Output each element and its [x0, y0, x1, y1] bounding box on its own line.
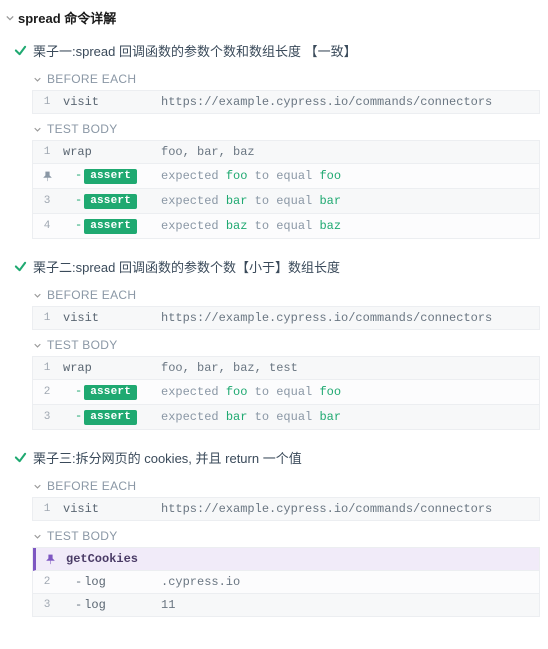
- command-message: expected bar to equal bar: [157, 190, 539, 212]
- section-header[interactable]: TEST BODY: [32, 523, 540, 547]
- test-body: BEFORE EACH1visithttps://example.cypress…: [10, 282, 548, 430]
- section-label: BEFORE EACH: [47, 288, 136, 302]
- command-message: .cypress.io: [157, 571, 539, 593]
- caret-down-icon: [34, 292, 41, 299]
- command-table: 1wrapfoo, bar, baz-assertexpected foo to…: [32, 140, 540, 239]
- command-row[interactable]: getCookies: [33, 548, 539, 571]
- test-header[interactable]: 栗子一:spread 回调函数的参数个数和数组长度 【一致】: [10, 35, 548, 66]
- test-header[interactable]: 栗子三:拆分网页的 cookies, 并且 return 一个值: [10, 442, 548, 473]
- section-header[interactable]: TEST BODY: [32, 116, 540, 140]
- test-header[interactable]: 栗子二:spread 回调函数的参数个数【小于】数组长度: [10, 251, 548, 282]
- command-message: https://example.cypress.io/commands/conn…: [157, 91, 539, 113]
- assert-badge: assert: [84, 194, 137, 209]
- command-message: expected bar to equal bar: [157, 406, 539, 428]
- command-name: -assert: [61, 164, 157, 188]
- command-message: 11: [157, 594, 539, 616]
- section-label: TEST BODY: [47, 338, 118, 352]
- row-number: 2: [33, 382, 61, 402]
- command-name: -log: [61, 571, 157, 593]
- section-header[interactable]: TEST BODY: [32, 332, 540, 356]
- test-body: BEFORE EACH1visithttps://example.cypress…: [10, 66, 548, 239]
- test-title: 栗子二:spread 回调函数的参数个数【小于】数组长度: [33, 257, 340, 276]
- command-name: -assert: [61, 380, 157, 404]
- section-label: TEST BODY: [47, 529, 118, 543]
- assert-badge: assert: [84, 169, 137, 184]
- caret-down-icon: [34, 533, 41, 540]
- caret-down-icon: [6, 14, 14, 22]
- command-row[interactable]: 2-assertexpected foo to equal foo: [33, 380, 539, 405]
- command-message: expected baz to equal baz: [157, 215, 539, 237]
- row-number: 3: [33, 595, 61, 615]
- section-header[interactable]: BEFORE EACH: [32, 473, 540, 497]
- command-name: visit: [61, 307, 157, 329]
- command-table: getCookies2-log.cypress.io3-log11: [32, 547, 540, 617]
- row-number: 3: [33, 407, 61, 427]
- check-icon: [14, 451, 27, 464]
- suite-title-text: spread 命令详解: [18, 8, 116, 27]
- command-row[interactable]: 4-assertexpected baz to equal baz: [33, 214, 539, 239]
- section-label: TEST BODY: [47, 122, 118, 136]
- assert-badge: assert: [84, 219, 137, 234]
- row-number: 1: [33, 92, 61, 112]
- assert-badge: assert: [84, 385, 137, 400]
- command-message: https://example.cypress.io/commands/conn…: [157, 307, 539, 329]
- command-table: 1visithttps://example.cypress.io/command…: [32, 497, 540, 521]
- check-icon: [14, 44, 27, 57]
- command-row[interactable]: 1wrapfoo, bar, baz, test: [33, 357, 539, 380]
- assert-badge: assert: [84, 410, 137, 425]
- command-row[interactable]: 1visithttps://example.cypress.io/command…: [33, 498, 539, 521]
- command-message: expected foo to equal foo: [157, 381, 539, 403]
- command-row[interactable]: 3-assertexpected bar to equal bar: [33, 189, 539, 214]
- command-row[interactable]: 1visithttps://example.cypress.io/command…: [33, 307, 539, 330]
- command-name: -assert: [61, 214, 157, 238]
- command-message: expected foo to equal foo: [157, 165, 539, 187]
- command-message: foo, bar, baz, test: [157, 357, 539, 379]
- row-number: 1: [33, 499, 61, 519]
- caret-down-icon: [34, 126, 41, 133]
- row-number: 1: [33, 308, 61, 328]
- test-block: 栗子二:spread 回调函数的参数个数【小于】数组长度 BEFORE EACH 1…: [0, 251, 548, 430]
- command-row[interactable]: 3-log11: [33, 594, 539, 617]
- test-title: 栗子三:拆分网页的 cookies, 并且 return 一个值: [33, 448, 302, 467]
- suite-title[interactable]: spread 命令详解: [0, 6, 548, 35]
- command-row[interactable]: -assertexpected foo to equal foo: [33, 164, 539, 189]
- command-name: visit: [61, 498, 157, 520]
- command-message: https://example.cypress.io/commands/conn…: [157, 498, 539, 520]
- command-name: visit: [61, 91, 157, 113]
- pin-icon[interactable]: [33, 171, 61, 182]
- command-table: 1visithttps://example.cypress.io/command…: [32, 90, 540, 114]
- test-block: 栗子一:spread 回调函数的参数个数和数组长度 【一致】 BEFORE EAC…: [0, 35, 548, 239]
- test-title: 栗子一:spread 回调函数的参数个数和数组长度 【一致】: [33, 41, 357, 60]
- row-number: 3: [33, 191, 61, 211]
- command-name: wrap: [61, 141, 157, 163]
- command-table: 1wrapfoo, bar, baz, test2-assertexpected…: [32, 356, 540, 430]
- section-header[interactable]: BEFORE EACH: [32, 282, 540, 306]
- section-label: BEFORE EACH: [47, 72, 136, 86]
- caret-down-icon: [34, 483, 41, 490]
- command-name: -log: [61, 594, 157, 616]
- command-name: -assert: [61, 189, 157, 213]
- row-number: 1: [33, 142, 61, 162]
- command-name: -assert: [61, 405, 157, 429]
- command-row[interactable]: 1visithttps://example.cypress.io/command…: [33, 91, 539, 114]
- row-number: 1: [33, 358, 61, 378]
- command-table: 1visithttps://example.cypress.io/command…: [32, 306, 540, 330]
- test-body: BEFORE EACH 1visithttps://example.cypress…: [10, 473, 548, 617]
- command-row[interactable]: 3-assertexpected bar to equal bar: [33, 405, 539, 430]
- command-name: wrap: [61, 357, 157, 379]
- row-number: 4: [33, 216, 61, 236]
- command-name: getCookies: [64, 548, 144, 570]
- section-header[interactable]: BEFORE EACH: [32, 66, 540, 90]
- test-block: 栗子三:拆分网页的 cookies, 并且 return 一个值 BEFORE E…: [0, 442, 548, 617]
- command-row[interactable]: 1wrapfoo, bar, baz: [33, 141, 539, 164]
- command-message: foo, bar, baz: [157, 141, 539, 163]
- section-label: BEFORE EACH: [47, 479, 136, 493]
- caret-down-icon: [34, 76, 41, 83]
- row-number: 2: [33, 572, 61, 592]
- pin-icon[interactable]: [36, 554, 64, 565]
- caret-down-icon: [34, 342, 41, 349]
- command-row[interactable]: 2-log.cypress.io: [33, 571, 539, 594]
- check-icon: [14, 260, 27, 273]
